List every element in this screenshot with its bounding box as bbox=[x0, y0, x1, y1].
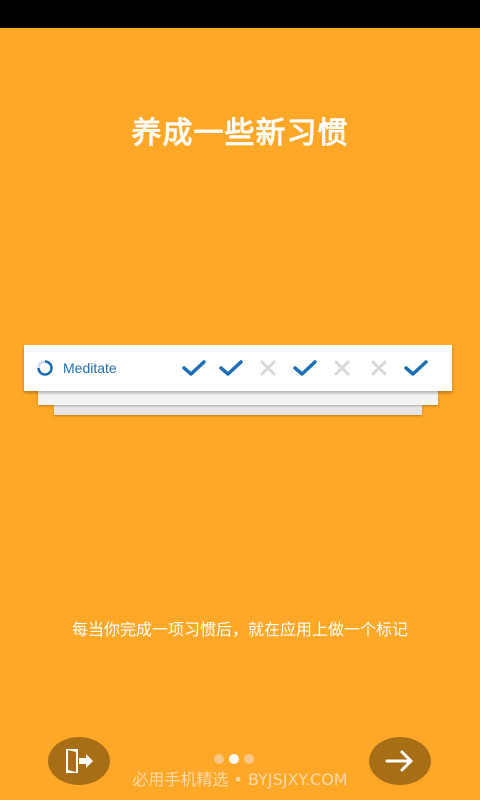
description-text: 每当你完成一项习惯后，就在应用上做一个标记 bbox=[71, 620, 408, 639]
page-title: 养成一些新习惯 bbox=[131, 116, 349, 151]
check-mark-icon bbox=[175, 356, 212, 380]
watermark-text: 必用手机精选 • BYJSJXY.COM bbox=[132, 770, 348, 789]
ring-icon bbox=[37, 360, 53, 376]
status-bar bbox=[0, 0, 480, 28]
pagination-dots bbox=[214, 754, 254, 764]
pagination-dot bbox=[229, 754, 239, 764]
cross-mark-icon bbox=[323, 356, 360, 380]
check-mark-icon bbox=[286, 356, 323, 380]
habit-name: Meditate bbox=[63, 360, 117, 376]
check-mark-icon bbox=[397, 356, 434, 380]
pagination-dot bbox=[214, 754, 224, 764]
habit-card-stack: Meditate bbox=[24, 345, 452, 425]
cross-mark-icon bbox=[249, 356, 286, 380]
habit-card: Meditate bbox=[24, 345, 452, 391]
check-mark-icon bbox=[212, 356, 249, 380]
habit-marks bbox=[175, 356, 434, 380]
cross-mark-icon bbox=[360, 356, 397, 380]
pagination-dot bbox=[244, 754, 254, 764]
